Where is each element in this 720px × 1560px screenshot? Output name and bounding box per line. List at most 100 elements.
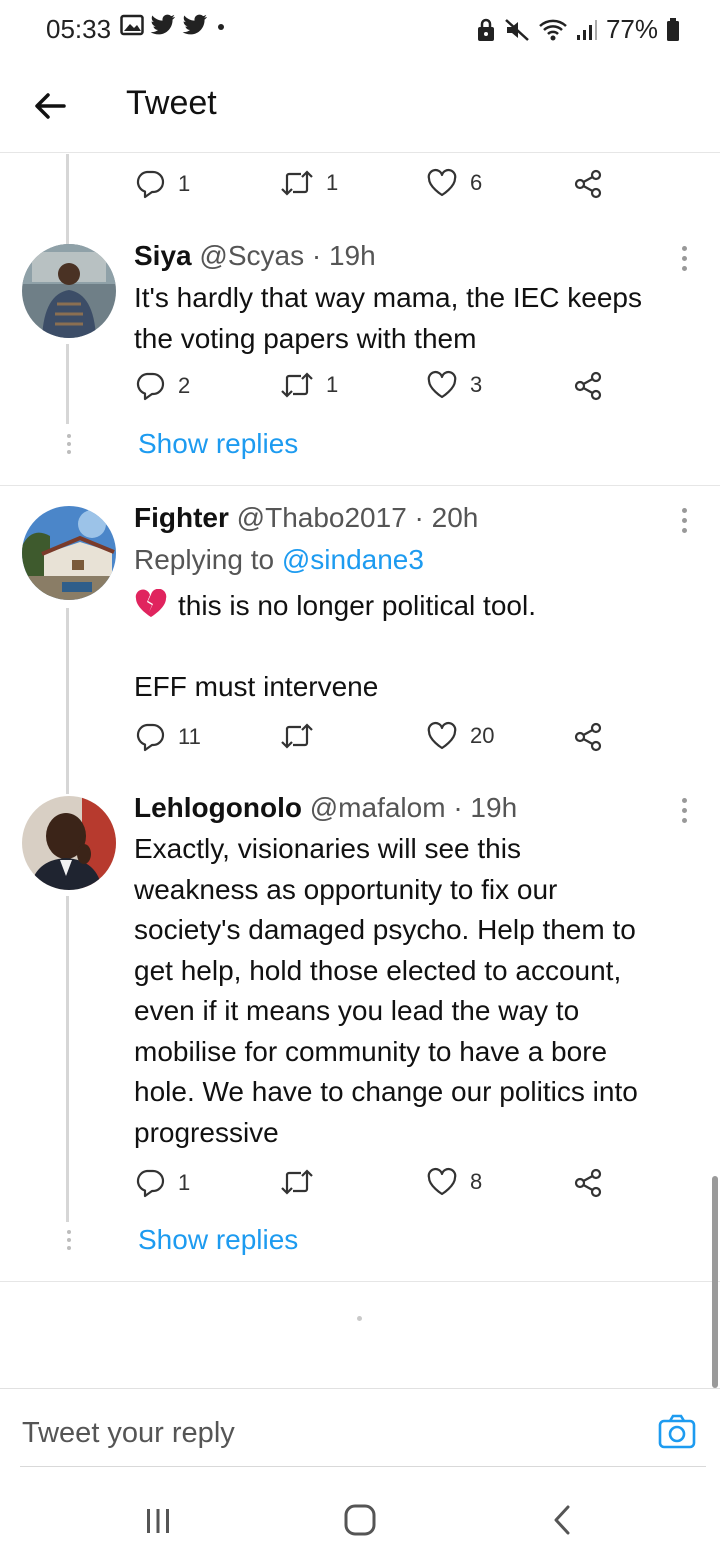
like-icon — [427, 721, 457, 750]
retweet-count: 1 — [326, 170, 339, 195]
tweet-text-line: even if it means you lead the way to — [134, 995, 580, 1026]
like-button[interactable]: 20 — [426, 721, 494, 751]
retweet-icon — [281, 1169, 313, 1195]
retweet-icon — [281, 372, 313, 398]
handle-time: @Scyas · 19h — [199, 240, 376, 271]
retweet-icon — [281, 170, 313, 196]
replying-to: Replying to @sindane3 — [134, 544, 424, 576]
share-button[interactable] — [572, 370, 604, 402]
app-header: Tweet — [0, 60, 720, 153]
tweet-text-line: mobilise for community to have a bore — [134, 1035, 608, 1067]
system-icons: 77% — [476, 14, 680, 45]
like-button[interactable]: 6 — [426, 168, 482, 198]
retweet-button[interactable] — [280, 1167, 326, 1197]
back-icon[interactable] — [552, 1504, 572, 1536]
home-icon[interactable] — [344, 1504, 376, 1536]
retweet-count: 1 — [326, 372, 339, 397]
tweet-author-row: Siya @Scyas · 19h — [134, 240, 376, 272]
thread-continuation-dots — [66, 1230, 72, 1254]
tweet-text: It's hardly that way mama, the IEC keeps… — [134, 278, 704, 359]
thread-line — [66, 896, 69, 1222]
tweet-text-line: Exactly, visionaries will see this — [134, 833, 521, 864]
reply-icon — [136, 723, 165, 752]
camera-icon[interactable] — [658, 1414, 696, 1450]
like-icon — [427, 1167, 457, 1196]
tweet-actions: 1 1 6 — [134, 168, 604, 208]
tweet-text-line: hole. We have to change our politics int… — [134, 1076, 638, 1107]
reply-count: 11 — [178, 724, 201, 749]
display-name[interactable]: Lehlogonolo — [134, 792, 302, 823]
reply-input[interactable]: Tweet your reply — [22, 1417, 235, 1450]
reply-button[interactable]: 11 — [134, 721, 201, 753]
share-button[interactable] — [572, 721, 604, 753]
battery-icon — [667, 17, 679, 41]
share-icon — [574, 1168, 602, 1198]
retweet-button[interactable] — [280, 721, 326, 751]
reply-count: 2 — [178, 373, 191, 398]
reply-icon — [136, 170, 165, 199]
scrollbar[interactable] — [712, 1176, 718, 1388]
twitter-icon — [150, 14, 175, 35]
reply-count: 1 — [178, 171, 191, 196]
system-nav-bar — [0, 1480, 720, 1560]
avatar[interactable] — [22, 244, 116, 338]
tweet-text-spacer — [134, 627, 704, 668]
reply-button[interactable]: 2 — [134, 370, 190, 402]
reply-composer: Tweet your reply — [0, 1388, 720, 1469]
like-icon — [427, 370, 457, 399]
retweet-button[interactable]: 1 — [280, 370, 338, 400]
back-arrow-icon[interactable] — [30, 86, 70, 126]
like-count: 6 — [470, 170, 483, 195]
tweet-text-line: weakness as opportunity to fix our — [134, 873, 558, 905]
share-icon — [574, 371, 602, 401]
more-options-icon[interactable] — [680, 246, 688, 274]
show-replies-link[interactable]: Show replies — [138, 428, 298, 460]
replying-to-handle[interactable]: @sindane3 — [282, 544, 424, 575]
notification-icons — [120, 14, 228, 36]
share-button[interactable] — [572, 168, 604, 200]
reply-divider — [20, 1466, 706, 1467]
share-icon — [574, 169, 602, 199]
avatar[interactable] — [22, 796, 116, 890]
share-button[interactable] — [572, 1167, 604, 1199]
display-name[interactable]: Siya — [134, 240, 192, 271]
reply-icon — [136, 1169, 165, 1198]
loading-indicator — [357, 1316, 362, 1321]
dot-icon — [218, 24, 224, 30]
recent-apps-icon[interactable] — [144, 1508, 172, 1534]
more-options-icon[interactable] — [680, 508, 688, 536]
tweet-actions: 1 8 — [134, 1167, 604, 1207]
battery-percent: 77% — [605, 14, 658, 44]
tweet-text-line: It's hardly that way mama, the IEC keeps — [134, 282, 643, 313]
thread-line — [66, 154, 69, 244]
tweet-text: Exactly, visionaries will see this weakn… — [134, 829, 704, 1153]
broken-heart-emoji-icon — [135, 588, 167, 617]
status-time: 05:33 — [46, 14, 112, 44]
tweet-author-row: Lehlogonolo @mafalom · 19h — [134, 792, 517, 824]
share-icon — [574, 722, 602, 752]
tweet-text: this is no longer political tool. EFF mu… — [134, 586, 704, 708]
avatar[interactable] — [22, 506, 116, 600]
reply-button[interactable]: 1 — [134, 1167, 190, 1199]
tweet-text-line: society's damaged psycho. Help them to — [134, 914, 636, 945]
handle-time: @Thabo2017 · 20h — [236, 502, 479, 533]
thread-line — [66, 608, 69, 794]
reply-button[interactable]: 1 — [134, 168, 190, 200]
lock-icon — [477, 18, 494, 41]
like-button[interactable]: 8 — [426, 1167, 482, 1197]
thread-line — [66, 344, 69, 424]
mute-icon — [505, 18, 529, 41]
twitter-icon — [182, 14, 207, 35]
more-options-icon[interactable] — [680, 798, 688, 826]
like-button[interactable]: 3 — [426, 370, 482, 400]
handle-time: @mafalom · 19h — [309, 792, 518, 823]
tweet-actions: 11 20 — [134, 721, 604, 761]
retweet-button[interactable]: 1 — [280, 168, 338, 198]
tweet-text-line: progressive — [134, 1116, 279, 1148]
show-replies-link[interactable]: Show replies — [138, 1224, 298, 1256]
display-name[interactable]: Fighter — [134, 502, 229, 533]
reply-icon — [136, 372, 165, 401]
retweet-icon — [281, 723, 313, 749]
divider — [0, 1281, 720, 1282]
like-icon — [427, 168, 457, 197]
